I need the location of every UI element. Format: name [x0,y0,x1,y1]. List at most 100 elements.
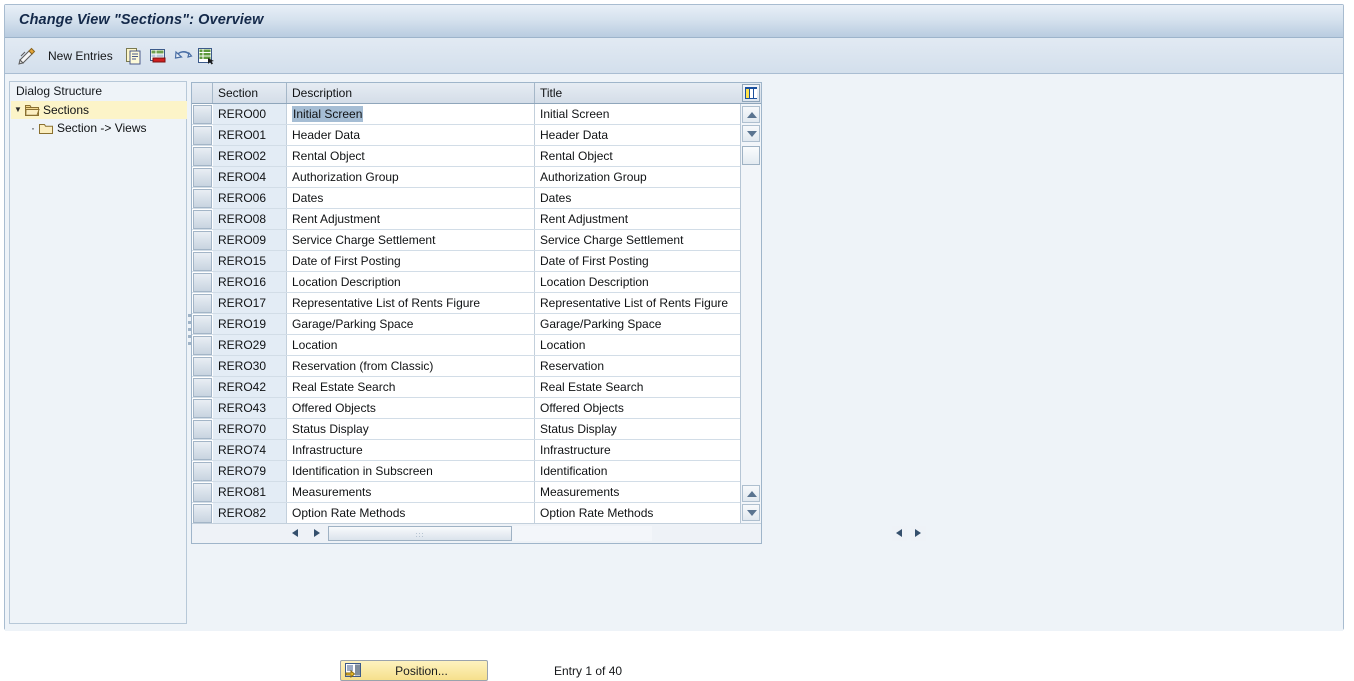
cell-title[interactable]: Option Rate Methods [535,503,741,523]
cell-description[interactable]: Initial Screen [287,104,535,124]
horizontal-scrollbar-thumb[interactable]: ::: [328,526,512,541]
sidebar-item-sections[interactable]: ▼ Sections [11,101,187,119]
cell-description[interactable]: Measurements [287,482,535,502]
cell-title[interactable]: Representative List of Rents Figure [535,293,741,313]
row-selector-cell[interactable] [193,126,212,145]
delete-button[interactable] [149,43,167,69]
cell-description[interactable]: Offered Objects [287,398,535,418]
cell-title[interactable]: Garage/Parking Space [535,314,741,334]
cell-section[interactable]: RERO04 [213,167,287,187]
scroll-far-left-button[interactable] [892,526,907,541]
cell-section[interactable]: RERO70 [213,419,287,439]
cell-description[interactable]: Garage/Parking Space [287,314,535,334]
table-row[interactable]: RERO29 Location Location [192,335,741,356]
cell-description[interactable]: Dates [287,188,535,208]
cell-section[interactable]: RERO19 [213,314,287,334]
cell-title[interactable]: Header Data [535,125,741,145]
table-row[interactable]: RERO09 Service Charge Settlement Service C… [192,230,741,251]
cell-description[interactable]: Header Data [287,125,535,145]
cell-section[interactable]: RERO09 [213,230,287,250]
cell-description[interactable]: Service Charge Settlement [287,230,535,250]
row-selector-cell[interactable] [193,210,212,229]
horizontal-scroll-track[interactable]: ::: [328,526,652,541]
row-selector-cell[interactable] [193,189,212,208]
scroll-left-button[interactable] [288,526,303,541]
cell-section[interactable]: RERO15 [213,251,287,271]
table-row[interactable]: RERO19 Garage/Parking Space Garage/Parking… [192,314,741,335]
cell-title[interactable]: Rent Adjustment [535,209,741,229]
chevron-down-icon[interactable]: ▼ [11,106,25,114]
cell-title[interactable]: Date of First Posting [535,251,741,271]
scroll-right-button[interactable] [310,526,325,541]
cell-description[interactable]: Date of First Posting [287,251,535,271]
cell-section[interactable]: RERO43 [213,398,287,418]
cell-section[interactable]: RERO74 [213,440,287,460]
row-selector-cell[interactable] [193,399,212,418]
cell-description[interactable]: Rental Object [287,146,535,166]
row-selector-cell[interactable] [193,168,212,187]
cell-description[interactable]: Reservation (from Classic) [287,356,535,376]
copy-as-button[interactable] [125,43,143,69]
cell-description[interactable]: Identification in Subscreen [287,461,535,481]
table-row[interactable]: RERO17 Representative List of Rents Figur… [192,293,741,314]
scroll-down-button[interactable] [742,125,760,142]
cell-title[interactable]: Infrastructure [535,440,741,460]
cell-title[interactable]: Authorization Group [535,167,741,187]
cell-section[interactable]: RERO30 [213,356,287,376]
cell-section[interactable]: RERO29 [213,335,287,355]
cell-section[interactable]: RERO08 [213,209,287,229]
column-header-title[interactable]: Title [535,83,745,103]
cell-title[interactable]: Identification [535,461,741,481]
cell-title[interactable]: Location Description [535,272,741,292]
cell-section[interactable]: RERO06 [213,188,287,208]
column-header-section[interactable]: Section [213,83,287,103]
table-row[interactable]: RERO01 Header Data Header Data [192,125,741,146]
row-selector-cell[interactable] [193,378,212,397]
cell-description[interactable]: Rent Adjustment [287,209,535,229]
cell-title[interactable]: Reservation [535,356,741,376]
cell-title[interactable]: Rental Object [535,146,741,166]
cell-section[interactable]: RERO79 [213,461,287,481]
row-selector-cell[interactable] [193,420,212,439]
undo-button[interactable] [174,43,194,69]
row-selector-cell[interactable] [193,273,212,292]
cell-title[interactable]: Initial Screen [535,104,741,124]
cell-description[interactable]: Infrastructure [287,440,535,460]
cell-title[interactable]: Location [535,335,741,355]
table-horizontal-scrollbar[interactable]: ::: [192,523,926,543]
column-config-icon[interactable] [742,84,760,102]
column-header-description[interactable]: Description [287,83,535,103]
row-selector-cell[interactable] [193,336,212,355]
cell-section[interactable]: RERO17 [213,293,287,313]
row-selector-cell[interactable] [193,483,212,502]
table-row[interactable]: RERO16 Location Description Location Descr… [192,272,741,293]
table-row[interactable]: RERO81 Measurements Measurements [192,482,741,503]
table-row[interactable]: RERO79 Identification in Subscreen Identif… [192,461,741,482]
cell-title[interactable]: Dates [535,188,741,208]
row-selector-cell[interactable] [193,294,212,313]
scroll-page-down-button[interactable] [742,504,760,521]
new-entries-button[interactable]: New Entries [46,43,115,69]
cell-section[interactable]: RERO00 [213,104,287,124]
table-row[interactable]: RERO43 Offered Objects Offered Objects [192,398,741,419]
table-row[interactable]: RERO02 Rental Object Rental Object [192,146,741,167]
cell-title[interactable]: Service Charge Settlement [535,230,741,250]
cell-section[interactable]: RERO02 [213,146,287,166]
table-row[interactable]: RERO70 Status Display Status Display [192,419,741,440]
scroll-page-up-button[interactable] [742,485,760,502]
cell-description[interactable]: Location Description [287,272,535,292]
table-vertical-scrollbar[interactable] [740,104,761,523]
row-selector-cell[interactable] [193,357,212,376]
row-selector-cell[interactable] [193,315,212,334]
table-row[interactable]: RERO06 Dates Dates [192,188,741,209]
cell-description[interactable]: Location [287,335,535,355]
cell-description[interactable]: Real Estate Search [287,377,535,397]
row-selector-cell[interactable] [193,231,212,250]
scrollbar-thumb[interactable] [742,146,760,165]
cell-section[interactable]: RERO01 [213,125,287,145]
table-row[interactable]: RERO08 Rent Adjustment Rent Adjustment [192,209,741,230]
cell-section[interactable]: RERO81 [213,482,287,502]
table-row[interactable]: RERO42 Real Estate Search Real Estate Sear… [192,377,741,398]
cell-section[interactable]: RERO82 [213,503,287,523]
cell-title[interactable]: Offered Objects [535,398,741,418]
